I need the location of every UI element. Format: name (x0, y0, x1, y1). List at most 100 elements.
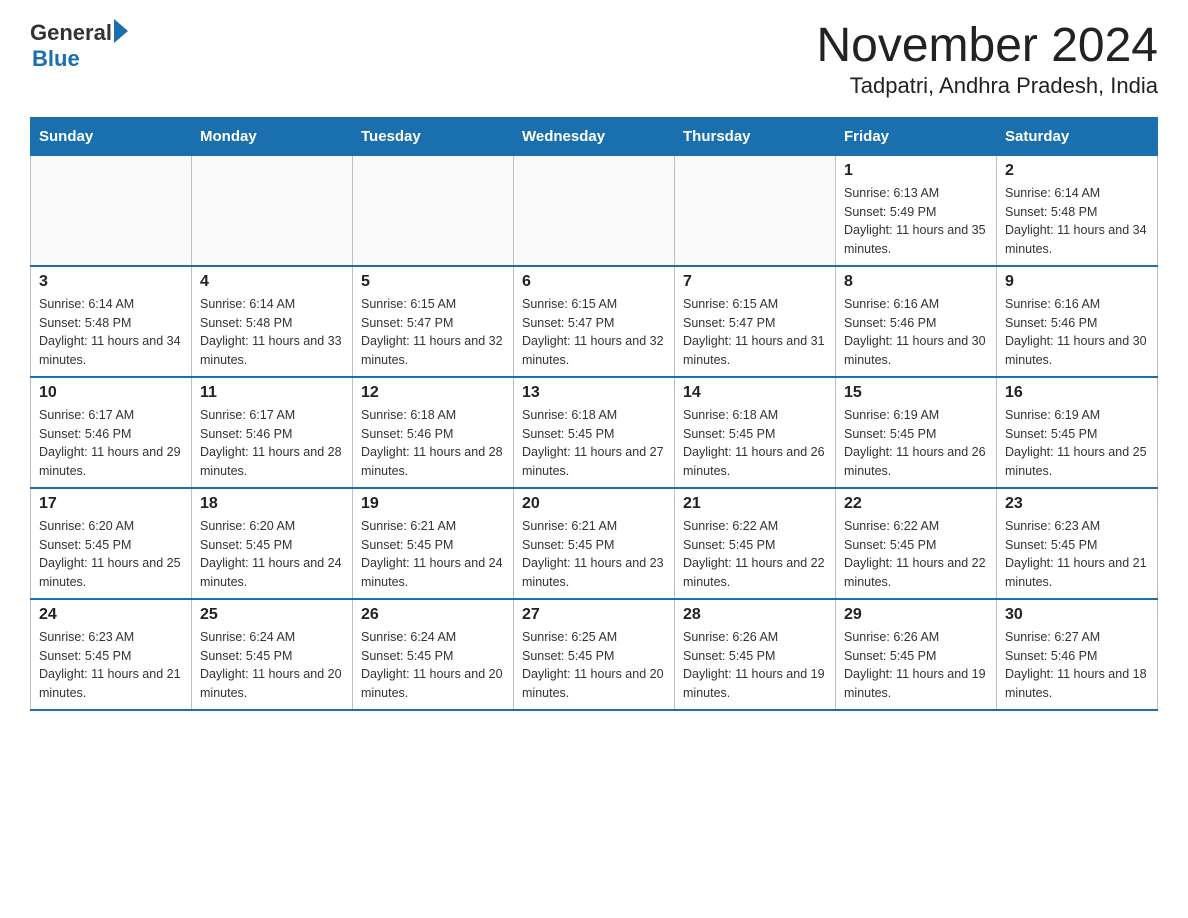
calendar-cell: 18 Sunrise: 6:20 AMSunset: 5:45 PMDayligh… (192, 488, 353, 599)
calendar-cell (514, 155, 675, 266)
day-number: 1 (844, 162, 988, 180)
day-sun-info: Sunrise: 6:19 AMSunset: 5:45 PMDaylight:… (1005, 406, 1149, 481)
calendar-cell: 14Sunrise: 6:18 AMSunset: 5:45 PMDayligh… (675, 377, 836, 488)
day-sun-info: Sunrise: 6:13 AMSunset: 5:49 PMDaylight:… (844, 184, 988, 259)
day-sun-info: Sunrise: 6:16 AMSunset: 5:46 PMDaylight:… (844, 295, 988, 370)
calendar-cell: 4 Sunrise: 6:14 AMSunset: 5:48 PMDaylight… (192, 266, 353, 377)
calendar-cell: 30 Sunrise: 6:27 AMSunset: 5:46 PMDayligh… (997, 599, 1158, 710)
calendar-cell: 23Sunrise: 6:23 AMSunset: 5:45 PMDayligh… (997, 488, 1158, 599)
day-sun-info: Sunrise: 6:21 AMSunset: 5:45 PMDaylight:… (361, 517, 505, 592)
calendar-cell: 8 Sunrise: 6:16 AMSunset: 5:46 PMDaylight… (836, 266, 997, 377)
day-sun-info: Sunrise: 6:17 AMSunset: 5:46 PMDaylight:… (200, 406, 344, 481)
day-number: 22 (844, 495, 988, 513)
calendar-cell: 7 Sunrise: 6:15 AMSunset: 5:47 PMDaylight… (675, 266, 836, 377)
day-sun-info: Sunrise: 6:23 AMSunset: 5:45 PMDaylight:… (1005, 517, 1149, 592)
calendar-cell: 12 Sunrise: 6:18 AMSunset: 5:46 PMDayligh… (353, 377, 514, 488)
day-sun-info: Sunrise: 6:14 AMSunset: 5:48 PMDaylight:… (200, 295, 344, 370)
calendar-cell: 25 Sunrise: 6:24 AMSunset: 5:45 PMDayligh… (192, 599, 353, 710)
day-sun-info: Sunrise: 6:18 AMSunset: 5:45 PMDaylight:… (683, 406, 827, 481)
day-number: 27 (522, 606, 666, 624)
week-row-5: 24 Sunrise: 6:23 AMSunset: 5:45 PMDayligh… (31, 599, 1158, 710)
day-number: 17 (39, 495, 183, 513)
calendar-cell: 5Sunrise: 6:15 AMSunset: 5:47 PMDaylight… (353, 266, 514, 377)
day-number: 18 (200, 495, 344, 513)
day-sun-info: Sunrise: 6:26 AMSunset: 5:45 PMDaylight:… (683, 628, 827, 703)
calendar-cell: 17 Sunrise: 6:20 AMSunset: 5:45 PMDayligh… (31, 488, 192, 599)
day-number: 15 (844, 384, 988, 402)
day-sun-info: Sunrise: 6:20 AMSunset: 5:45 PMDaylight:… (39, 517, 183, 592)
calendar-title: November 2024 (816, 20, 1158, 73)
logo: General Blue (30, 20, 128, 72)
day-sun-info: Sunrise: 6:20 AMSunset: 5:45 PMDaylight:… (200, 517, 344, 592)
calendar-cell: 27 Sunrise: 6:25 AMSunset: 5:45 PMDayligh… (514, 599, 675, 710)
calendar-cell: 19 Sunrise: 6:21 AMSunset: 5:45 PMDayligh… (353, 488, 514, 599)
page-header: General Blue November 2024 Tadpatri, And… (30, 20, 1158, 99)
day-sun-info: Sunrise: 6:15 AMSunset: 5:47 PMDaylight:… (683, 295, 827, 370)
day-sun-info: Sunrise: 6:21 AMSunset: 5:45 PMDaylight:… (522, 517, 666, 592)
calendar-cell: 16 Sunrise: 6:19 AMSunset: 5:45 PMDayligh… (997, 377, 1158, 488)
calendar-cell: 13Sunrise: 6:18 AMSunset: 5:45 PMDayligh… (514, 377, 675, 488)
day-number: 13 (522, 384, 666, 402)
day-header-wednesday: Wednesday (514, 117, 675, 155)
calendar-cell: 20 Sunrise: 6:21 AMSunset: 5:45 PMDayligh… (514, 488, 675, 599)
day-header-friday: Friday (836, 117, 997, 155)
day-number: 4 (200, 273, 344, 291)
day-number: 8 (844, 273, 988, 291)
day-number: 16 (1005, 384, 1149, 402)
day-header-tuesday: Tuesday (353, 117, 514, 155)
day-number: 2 (1005, 162, 1149, 180)
day-sun-info: Sunrise: 6:18 AMSunset: 5:46 PMDaylight:… (361, 406, 505, 481)
logo-blue-text: Blue (32, 46, 128, 72)
day-number: 20 (522, 495, 666, 513)
day-number: 29 (844, 606, 988, 624)
day-number: 28 (683, 606, 827, 624)
calendar-body: 1 Sunrise: 6:13 AMSunset: 5:49 PMDaylight… (31, 155, 1158, 710)
logo-general-text: General (30, 20, 112, 46)
day-sun-info: Sunrise: 6:22 AMSunset: 5:45 PMDaylight:… (844, 517, 988, 592)
calendar-cell: 2 Sunrise: 6:14 AMSunset: 5:48 PMDaylight… (997, 155, 1158, 266)
calendar-cell: 6 Sunrise: 6:15 AMSunset: 5:47 PMDaylight… (514, 266, 675, 377)
calendar-table: SundayMondayTuesdayWednesdayThursdayFrid… (30, 117, 1158, 711)
title-block: November 2024 Tadpatri, Andhra Pradesh, … (816, 20, 1158, 99)
day-number: 25 (200, 606, 344, 624)
calendar-cell: 26Sunrise: 6:24 AMSunset: 5:45 PMDayligh… (353, 599, 514, 710)
day-sun-info: Sunrise: 6:25 AMSunset: 5:45 PMDaylight:… (522, 628, 666, 703)
calendar-cell: 24 Sunrise: 6:23 AMSunset: 5:45 PMDayligh… (31, 599, 192, 710)
calendar-cell: 22 Sunrise: 6:22 AMSunset: 5:45 PMDayligh… (836, 488, 997, 599)
day-number: 24 (39, 606, 183, 624)
day-number: 5 (361, 273, 505, 291)
calendar-cell: 28 Sunrise: 6:26 AMSunset: 5:45 PMDayligh… (675, 599, 836, 710)
day-sun-info: Sunrise: 6:14 AMSunset: 5:48 PMDaylight:… (1005, 184, 1149, 259)
days-of-week-row: SundayMondayTuesdayWednesdayThursdayFrid… (31, 117, 1158, 155)
week-row-1: 1 Sunrise: 6:13 AMSunset: 5:49 PMDaylight… (31, 155, 1158, 266)
day-sun-info: Sunrise: 6:24 AMSunset: 5:45 PMDaylight:… (200, 628, 344, 703)
calendar-cell: 3Sunrise: 6:14 AMSunset: 5:48 PMDaylight… (31, 266, 192, 377)
day-number: 19 (361, 495, 505, 513)
calendar-cell: 9Sunrise: 6:16 AMSunset: 5:46 PMDaylight… (997, 266, 1158, 377)
day-number: 10 (39, 384, 183, 402)
day-number: 7 (683, 273, 827, 291)
week-row-4: 17 Sunrise: 6:20 AMSunset: 5:45 PMDayligh… (31, 488, 1158, 599)
calendar-subtitle: Tadpatri, Andhra Pradesh, India (816, 73, 1158, 99)
day-number: 3 (39, 273, 183, 291)
logo-arrow-icon (114, 19, 128, 43)
day-sun-info: Sunrise: 6:19 AMSunset: 5:45 PMDaylight:… (844, 406, 988, 481)
day-sun-info: Sunrise: 6:23 AMSunset: 5:45 PMDaylight:… (39, 628, 183, 703)
calendar-cell (675, 155, 836, 266)
day-header-monday: Monday (192, 117, 353, 155)
day-sun-info: Sunrise: 6:22 AMSunset: 5:45 PMDaylight:… (683, 517, 827, 592)
calendar-cell: 1 Sunrise: 6:13 AMSunset: 5:49 PMDaylight… (836, 155, 997, 266)
day-sun-info: Sunrise: 6:15 AMSunset: 5:47 PMDaylight:… (522, 295, 666, 370)
day-number: 30 (1005, 606, 1149, 624)
day-sun-info: Sunrise: 6:16 AMSunset: 5:46 PMDaylight:… (1005, 295, 1149, 370)
day-sun-info: Sunrise: 6:27 AMSunset: 5:46 PMDaylight:… (1005, 628, 1149, 703)
week-row-3: 10 Sunrise: 6:17 AMSunset: 5:46 PMDayligh… (31, 377, 1158, 488)
day-header-thursday: Thursday (675, 117, 836, 155)
day-number: 12 (361, 384, 505, 402)
day-sun-info: Sunrise: 6:17 AMSunset: 5:46 PMDaylight:… (39, 406, 183, 481)
calendar-header: SundayMondayTuesdayWednesdayThursdayFrid… (31, 117, 1158, 155)
day-number: 6 (522, 273, 666, 291)
calendar-cell: 29Sunrise: 6:26 AMSunset: 5:45 PMDayligh… (836, 599, 997, 710)
calendar-cell: 10 Sunrise: 6:17 AMSunset: 5:46 PMDayligh… (31, 377, 192, 488)
week-row-2: 3 Sunrise: 6:14 AMSunset: 5:48 PMDaylight… (31, 266, 1158, 377)
